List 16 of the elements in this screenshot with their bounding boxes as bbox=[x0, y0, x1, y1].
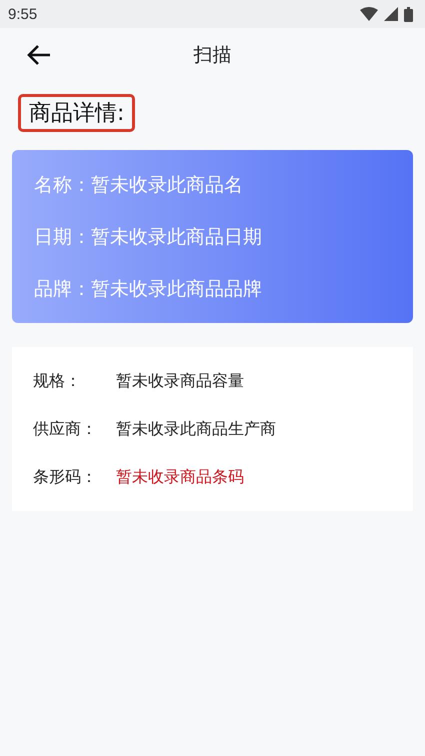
battery-icon bbox=[404, 6, 413, 22]
page-title: 扫描 bbox=[194, 43, 232, 68]
detail-label: 供应商： bbox=[33, 418, 98, 440]
signal-icon bbox=[384, 7, 398, 21]
wifi-icon bbox=[360, 7, 378, 21]
back-button[interactable] bbox=[26, 43, 52, 67]
detail-label: 规格： bbox=[33, 370, 82, 392]
detail-value: 暂未收录商品条码 bbox=[116, 466, 244, 488]
detail-value: 暂未收录商品容量 bbox=[116, 370, 244, 392]
section-label: 商品详情: bbox=[18, 94, 136, 132]
detail-label: 条形码： bbox=[33, 466, 98, 488]
summary-row-text: 品牌：暂未收录此商品品牌 bbox=[34, 276, 263, 302]
detail-value: 暂未收录此商品生产商 bbox=[116, 418, 276, 440]
summary-row-text: 日期：暂未收录此商品日期 bbox=[34, 224, 263, 250]
summary-row-text: 名称：暂未收录此商品名 bbox=[34, 172, 244, 198]
status-time: 9:55 bbox=[8, 6, 38, 22]
